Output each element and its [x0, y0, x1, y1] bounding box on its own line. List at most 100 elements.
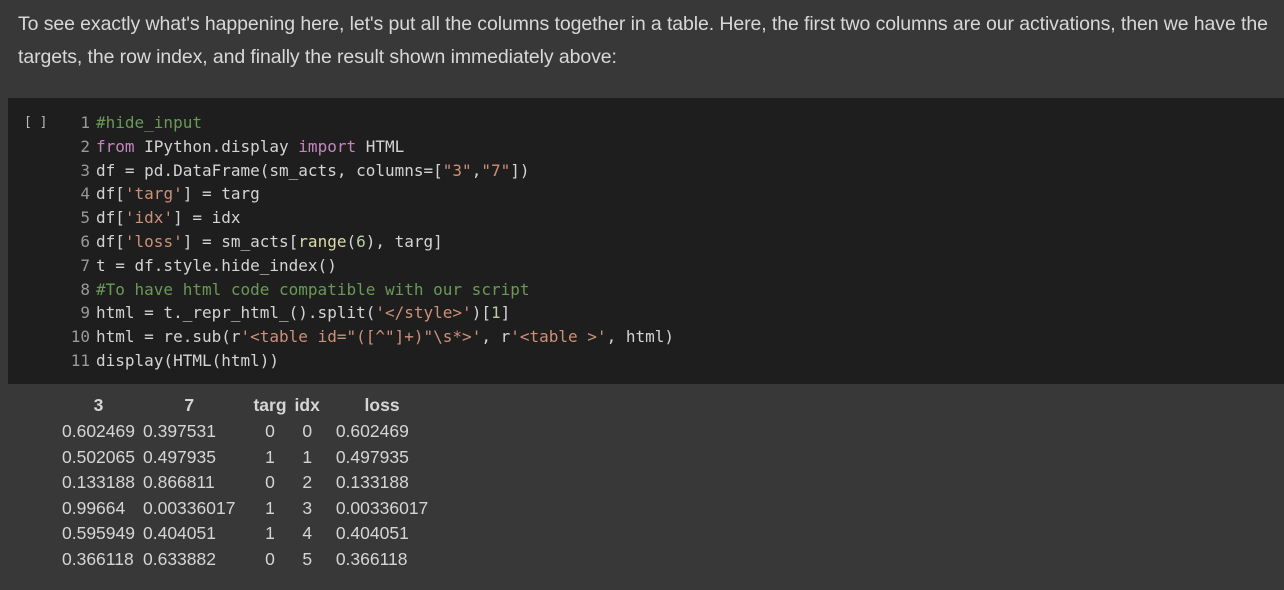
- table-cell: 0.397531: [143, 421, 216, 442]
- code-token: "3": [442, 160, 472, 180]
- table-cell: 2: [302, 472, 313, 493]
- code-token: from: [96, 136, 135, 156]
- table-cell: 1: [265, 446, 275, 467]
- code-token: ,: [471, 160, 482, 180]
- code-editor[interactable]: 1 #hide_input 2 from IPython.display import…: [62, 111, 674, 373]
- output-dataframe-table: 3 7 targ idx loss 0.602469 0.397531 0 0 0.602469…: [58, 393, 432, 572]
- table-cell: 0: [302, 421, 313, 442]
- table-cell: 3: [302, 497, 313, 518]
- code-token: IPython.display: [134, 136, 299, 156]
- run-cell-button[interactable]: [ ]: [24, 115, 47, 130]
- code-cell[interactable]: [ ] 1 #hide_input 2 from IPython.display im…: [8, 98, 1284, 384]
- code-token: #hide_input: [96, 113, 202, 132]
- code-token: html = t._repr_html_().split(: [96, 303, 376, 323]
- table-cell: 0.99664: [62, 497, 126, 518]
- line-number: 3: [80, 160, 90, 180]
- code-token: ] = sm_acts[: [182, 231, 299, 251]
- table-cell: 0.502065: [62, 446, 135, 467]
- table-cell: 0.404051: [335, 523, 409, 544]
- table-row: 0.595949 0.404051 1 4 0.404051: [58, 521, 432, 547]
- code-line: 5 df['idx'] = idx: [62, 206, 674, 230]
- code-token: range: [298, 231, 347, 251]
- table-cell: 0.595949: [62, 523, 135, 544]
- table-cell: 0.497935: [143, 446, 216, 467]
- table-cell: 1: [265, 497, 275, 518]
- code-token: 'idx': [124, 208, 174, 228]
- code-token: '<table >': [510, 327, 607, 347]
- code-token: df[: [96, 184, 125, 204]
- code-token: )[: [471, 303, 491, 323]
- table-cell: 0.497935: [335, 446, 409, 467]
- code-line: 7 t = df.style.hide_index(): [62, 254, 674, 278]
- code-line: 3 df = pd.DataFrame(sm_acts, columns=["3"…: [62, 159, 674, 183]
- line-number: 9: [80, 303, 90, 323]
- markdown-cell: To see exactly what's happening here, le…: [18, 8, 1280, 74]
- code-token: 1: [490, 303, 501, 323]
- column-header: loss: [364, 395, 400, 415]
- table-cell: 0.133188: [62, 472, 135, 493]
- code-token: ), targ]: [365, 231, 443, 251]
- line-number: 4: [80, 184, 90, 204]
- table-cell: 0.866811: [143, 472, 215, 493]
- code-line: 10 html = re.sub(r'<table id="([^"]+)"\s*…: [62, 325, 674, 349]
- code-token: HTML: [356, 136, 405, 156]
- table-row: 0.133188 0.866811 0 2 0.133188: [58, 470, 432, 496]
- table-cell: 4: [302, 523, 313, 544]
- code-token: 6: [356, 231, 366, 251]
- line-number: 5: [80, 208, 90, 228]
- table-cell: 0.00336017: [143, 497, 236, 518]
- markdown-text: To see exactly what's happening here, le…: [18, 13, 1268, 68]
- code-token: , r: [481, 327, 511, 347]
- code-token: ] = targ: [182, 184, 260, 204]
- table-row: 0.366118 0.633882 0 5 0.366118: [58, 547, 432, 573]
- code-token: ]): [510, 160, 530, 180]
- code-token: ]: [500, 303, 511, 323]
- table-cell: 1: [302, 446, 313, 467]
- table-cell: 0.602469: [335, 421, 409, 442]
- code-token: (: [346, 231, 357, 251]
- line-number: 2: [80, 136, 90, 156]
- table-cell: 0.00336017: [335, 497, 429, 518]
- table-cell: 0: [265, 421, 275, 442]
- line-number: 11: [70, 350, 90, 370]
- line-number: 7: [80, 255, 90, 275]
- table-cell: 5: [302, 548, 313, 569]
- table-row: 0.602469 0.397531 0 0 0.602469: [58, 419, 432, 445]
- code-line: 11 display(HTML(html)): [62, 349, 674, 373]
- code-token: '<table id="([^"]+)"\s*>': [240, 327, 482, 347]
- line-number: 10: [70, 327, 90, 347]
- code-line: 8 #To have html code compatible with our …: [62, 278, 674, 302]
- table-cell: 0.633882: [143, 548, 216, 569]
- table-cell: 0: [265, 548, 275, 569]
- column-header: targ: [253, 395, 287, 415]
- code-token: ] = idx: [173, 208, 241, 228]
- code-token: '</style>': [375, 303, 472, 323]
- code-token: t = df.style.hide_index(): [96, 255, 337, 275]
- code-line: 2 from IPython.display import HTML: [62, 135, 674, 159]
- line-number: 1: [80, 113, 90, 132]
- line-number: 6: [80, 231, 90, 251]
- table-row: 0.502065 0.497935 1 1 0.497935: [58, 445, 432, 471]
- column-header: 7: [184, 395, 195, 415]
- code-token: import: [298, 136, 357, 156]
- table-cell: 0.366118: [335, 548, 408, 569]
- code-token: "7": [481, 160, 511, 180]
- table-cell: 0.602469: [62, 421, 135, 442]
- code-token: 'loss': [124, 231, 183, 251]
- code-token: display(HTML(html)): [96, 350, 280, 370]
- line-number: 8: [80, 279, 90, 299]
- table-cell: 0.366118: [62, 548, 134, 569]
- code-token: df[: [96, 231, 125, 251]
- cell-output: 3 7 targ idx loss 0.602469 0.397531 0 0 0.602469…: [58, 393, 432, 572]
- code-token: , html): [606, 327, 674, 347]
- column-header: 3: [93, 395, 104, 415]
- table-cell: 0.404051: [143, 523, 216, 544]
- table-cell: 1: [265, 523, 275, 544]
- table-header-row: 3 7 targ idx loss: [58, 393, 432, 419]
- code-token: html = re.sub(r: [96, 327, 241, 347]
- table-row: 0.99664 0.00336017 1 3 0.00336017: [58, 496, 432, 522]
- column-header: idx: [294, 395, 320, 415]
- code-token: df = pd.DataFrame(sm_acts, columns=[: [96, 160, 443, 180]
- code-token: 'targ': [124, 184, 183, 204]
- code-token: df[: [96, 208, 125, 228]
